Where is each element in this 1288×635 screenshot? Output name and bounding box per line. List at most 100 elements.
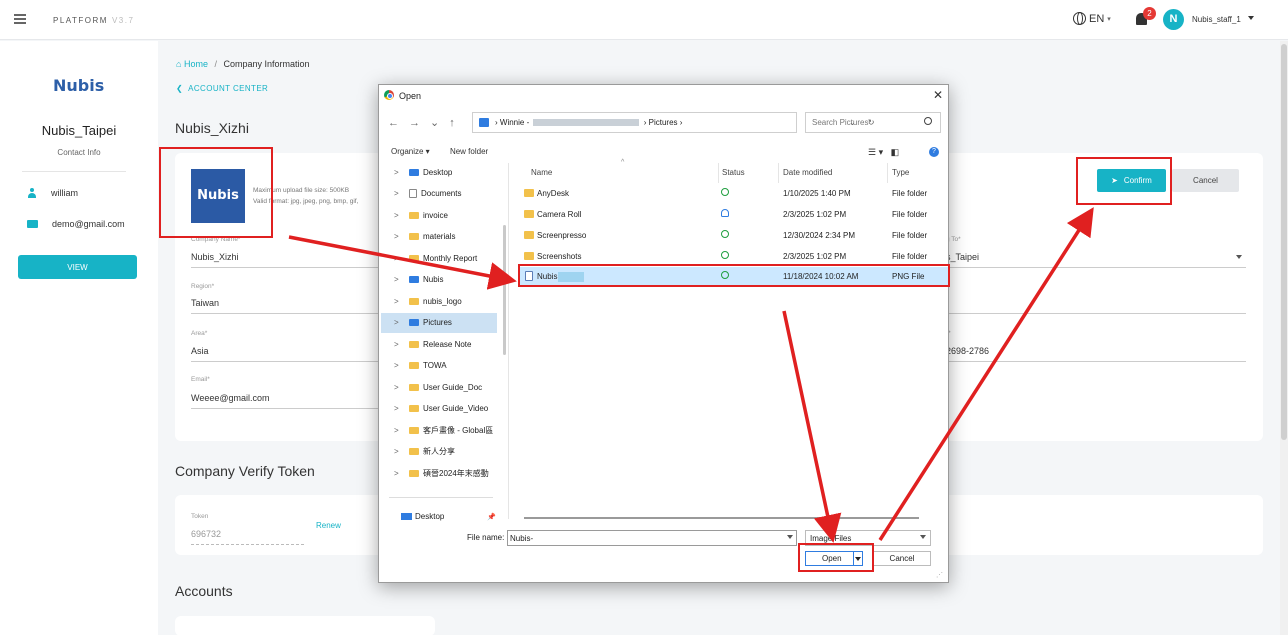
chevron-right-icon: › xyxy=(679,118,683,127)
file-name-input[interactable]: Nubis- xyxy=(507,530,797,546)
tree-item-nubis[interactable]: > Nubis xyxy=(381,270,497,290)
accounts-title: Accounts xyxy=(175,583,233,599)
tree-item-pictures[interactable]: > Pictures xyxy=(381,313,497,333)
folder-icon xyxy=(524,252,534,260)
chevron-left-icon: ❮ xyxy=(176,84,184,93)
chevron-down-icon[interactable] xyxy=(920,535,926,539)
tree-item-materials[interactable]: > materials xyxy=(381,227,497,247)
column-status[interactable]: Status xyxy=(722,168,745,177)
avatar[interactable]: N xyxy=(1163,9,1184,30)
menu-icon[interactable] xyxy=(14,14,26,24)
folder-icon xyxy=(409,255,419,263)
tree-item-user-guide-doc[interactable]: > User Guide_Doc xyxy=(381,378,497,398)
brand-label: PLATFORM V3.7 xyxy=(53,16,135,25)
breadcrumb: ⌂ Home / Company Information xyxy=(176,59,310,69)
view-button[interactable]: VIEW xyxy=(18,255,137,279)
field-underline xyxy=(946,313,1246,314)
close-icon[interactable]: ✕ xyxy=(933,88,943,102)
email-field[interactable]: Weeee@gmail.com xyxy=(191,393,270,403)
tree-item-release-note[interactable]: > Release Note xyxy=(381,335,497,355)
address-part-user[interactable]: Winnie - xyxy=(500,118,529,127)
language-switcher[interactable]: EN ▾ xyxy=(1073,12,1111,25)
search-input[interactable]: Search Pictures xyxy=(805,112,941,133)
column-type[interactable]: Type xyxy=(892,168,909,177)
divider xyxy=(508,163,509,519)
renew-link[interactable]: Renew xyxy=(316,521,341,530)
annotation-box-confirm xyxy=(1076,157,1172,205)
file-row-camera-roll[interactable]: Camera Roll 2/3/2025 1:02 PM File folder xyxy=(520,205,950,224)
tree-item-monthly-report[interactable]: > Monthly Report xyxy=(381,249,497,269)
column-separator[interactable] xyxy=(778,163,779,183)
dialog-title: Open xyxy=(399,91,422,101)
help-icon[interactable]: ? xyxy=(929,147,939,157)
chevron-down-icon: ▾ xyxy=(1107,15,1111,23)
tree-item-customer-profile[interactable]: > 客戶畫像 - Global區 xyxy=(381,421,497,441)
folder-icon xyxy=(409,470,419,478)
folder-icon xyxy=(409,276,419,284)
open-file-dialog: Open ✕ ←→⌄↑ › Winnie - › Pictures › ⌄↻ S… xyxy=(378,84,950,583)
chevron-right-icon: › xyxy=(495,118,498,127)
column-separator[interactable] xyxy=(887,163,888,183)
address-bar[interactable]: › Winnie - › Pictures › ⌄↻ xyxy=(472,112,874,133)
quick-access-desktop[interactable]: Desktop xyxy=(401,512,444,521)
chevron-down-icon[interactable] xyxy=(1236,255,1242,259)
contact-info-label: Contact Info xyxy=(57,148,101,157)
company-name-field[interactable]: Nubis_Xizhi xyxy=(191,252,239,262)
belong-to-select[interactable]: s_Taipei xyxy=(946,252,979,262)
username-label[interactable]: Nubis_staff_1 xyxy=(1192,15,1241,24)
chevron-down-icon[interactable] xyxy=(787,535,793,539)
folder-icon xyxy=(401,513,412,521)
token-label: Token xyxy=(191,513,209,520)
new-folder-button[interactable]: New folder xyxy=(450,147,488,156)
folder-icon xyxy=(409,362,419,370)
address-part-pictures[interactable]: Pictures xyxy=(649,118,678,127)
breadcrumb-home[interactable]: Home xyxy=(184,59,208,69)
tree-item-documents[interactable]: > Documents xyxy=(381,184,497,204)
contact-user: william xyxy=(51,188,78,198)
column-date[interactable]: Date modified xyxy=(783,168,832,177)
column-separator[interactable] xyxy=(718,163,719,183)
pictures-icon xyxy=(479,118,489,127)
nav-buttons[interactable]: ←→⌄↑ xyxy=(388,116,465,129)
tree-item-invoice[interactable]: > invoice xyxy=(381,206,497,226)
chevron-down-icon[interactable] xyxy=(1248,16,1254,20)
sidebar-company-name: Nubis_Taipei xyxy=(41,123,117,138)
tree-item-desktop[interactable]: > Desktop xyxy=(381,163,497,183)
tree-item-nubis-logo[interactable]: > nubis_logo xyxy=(381,292,497,312)
dialog-cancel-button[interactable]: Cancel xyxy=(873,551,931,566)
cancel-button[interactable]: Cancel xyxy=(1172,169,1239,192)
page-scrollbar-thumb[interactable] xyxy=(1281,44,1287,440)
search-icon xyxy=(924,117,932,125)
tree-item-newcomer-share[interactable]: > 新人分享 xyxy=(381,442,497,462)
folder-icon xyxy=(409,298,419,306)
sort-icon: ^ xyxy=(621,159,625,166)
annotation-box-file xyxy=(518,264,950,287)
field-underline xyxy=(191,267,381,268)
version-label: V3.7 xyxy=(111,16,135,25)
tree-item-user-guide-video[interactable]: > User Guide_Video xyxy=(381,399,497,419)
resize-grip-icon[interactable]: ⋰ xyxy=(936,571,943,579)
back-link[interactable]: ❮ ACCOUNT CENTER xyxy=(176,84,268,93)
folder-icon xyxy=(409,341,419,349)
folder-icon xyxy=(409,384,419,392)
tree-item-towa[interactable]: > TOWA xyxy=(381,356,497,376)
column-name[interactable]: Name xyxy=(531,168,552,177)
folder-icon xyxy=(524,189,534,197)
file-row-anydesk[interactable]: AnyDesk 1/10/2025 1:40 PM File folder xyxy=(520,184,950,203)
view-options-icon[interactable]: ☰ ▾ ◧ xyxy=(868,147,899,158)
area-field[interactable]: Asia xyxy=(191,346,209,356)
breadcrumb-current: Company Information xyxy=(223,59,310,69)
horizontal-scrollbar[interactable] xyxy=(524,517,919,519)
organize-button[interactable]: Organize ▾ xyxy=(391,147,430,156)
region-field[interactable]: Taiwan xyxy=(191,298,219,308)
contact-user-row: william xyxy=(27,188,78,198)
folder-icon xyxy=(409,212,419,220)
tree-scrollbar[interactable] xyxy=(503,225,506,355)
home-icon[interactable]: ⌂ xyxy=(176,59,181,69)
tree-item-2024-event[interactable]: > 碩晉2024年末感動 xyxy=(381,464,497,484)
field-underline xyxy=(191,313,381,314)
file-name-label: File name: xyxy=(467,533,505,542)
phone-field[interactable]: 2698-2786 xyxy=(946,346,989,356)
file-row-screenpresso[interactable]: Screenpresso 12/30/2024 2:34 PM File fol… xyxy=(520,226,950,245)
area-label: Area* xyxy=(191,330,208,337)
